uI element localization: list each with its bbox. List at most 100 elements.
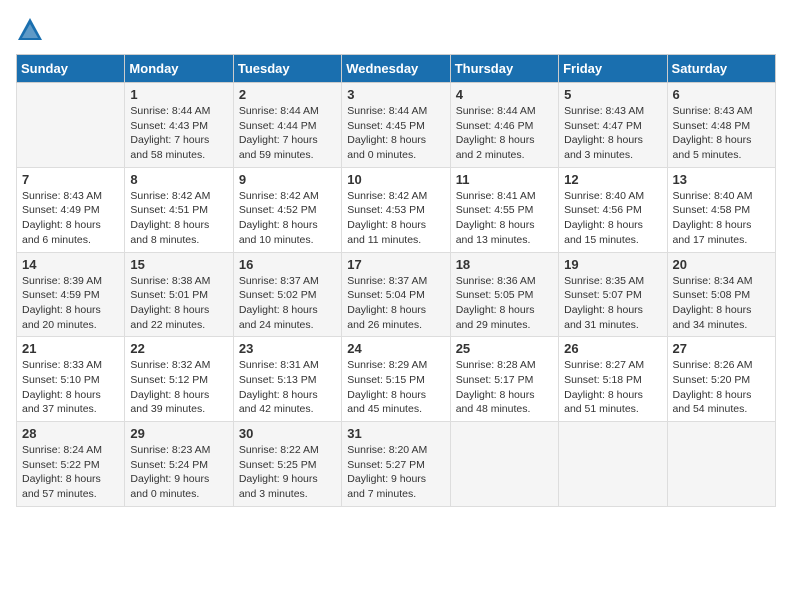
day-number: 9 — [239, 172, 336, 187]
day-number: 16 — [239, 257, 336, 272]
calendar-cell: 30Sunrise: 8:22 AM Sunset: 5:25 PM Dayli… — [233, 422, 341, 507]
day-number: 7 — [22, 172, 119, 187]
weekday-header: Monday — [125, 55, 233, 83]
day-number: 25 — [456, 341, 553, 356]
day-number: 14 — [22, 257, 119, 272]
day-info: Sunrise: 8:42 AM Sunset: 4:52 PM Dayligh… — [239, 189, 336, 248]
day-number: 21 — [22, 341, 119, 356]
calendar-weekday-row: SundayMondayTuesdayWednesdayThursdayFrid… — [17, 55, 776, 83]
day-info: Sunrise: 8:37 AM Sunset: 5:02 PM Dayligh… — [239, 274, 336, 333]
calendar-week-row: 7 Sunrise: 8:43 AM Sunset: 4:49 PM Daylig… — [17, 167, 776, 252]
calendar-cell: 20 Sunrise: 8:34 AM Sunset: 5:08 PM Dayli… — [667, 252, 775, 337]
calendar-header: SundayMondayTuesdayWednesdayThursdayFrid… — [17, 55, 776, 83]
day-info: Sunrise: 8:27 AM Sunset: 5:18 PM Dayligh… — [564, 358, 661, 417]
day-info: Sunrise: 8:32 AM Sunset: 5:12 PM Dayligh… — [130, 358, 227, 417]
day-info: Sunrise: 8:44 AM Sunset: 4:46 PM Dayligh… — [456, 104, 553, 163]
day-number: 18 — [456, 257, 553, 272]
day-number: 20 — [673, 257, 770, 272]
calendar-cell: 22 Sunrise: 8:32 AM Sunset: 5:12 PM Dayli… — [125, 337, 233, 422]
calendar-week-row: 28 Sunrise: 8:24 AM Sunset: 5:22 PM Dayli… — [17, 422, 776, 507]
day-info: Sunrise: 8:41 AM Sunset: 4:55 PM Dayligh… — [456, 189, 553, 248]
calendar-cell: 18Sunrise: 8:36 AM Sunset: 5:05 PM Dayli… — [450, 252, 558, 337]
calendar-cell: 7 Sunrise: 8:43 AM Sunset: 4:49 PM Daylig… — [17, 167, 125, 252]
day-info: Sunrise: 8:44 AM Sunset: 4:44 PM Dayligh… — [239, 104, 336, 163]
calendar-cell: 12Sunrise: 8:40 AM Sunset: 4:56 PM Dayli… — [559, 167, 667, 252]
day-number: 5 — [564, 87, 661, 102]
day-info: Sunrise: 8:35 AM Sunset: 5:07 PM Dayligh… — [564, 274, 661, 333]
day-info: Sunrise: 8:43 AM Sunset: 4:48 PM Dayligh… — [673, 104, 770, 163]
day-info: Sunrise: 8:23 AM Sunset: 5:24 PM Dayligh… — [130, 443, 227, 502]
day-info: Sunrise: 8:42 AM Sunset: 4:53 PM Dayligh… — [347, 189, 444, 248]
calendar-cell: 15 Sunrise: 8:38 AM Sunset: 5:01 PM Dayli… — [125, 252, 233, 337]
day-number: 2 — [239, 87, 336, 102]
day-info: Sunrise: 8:43 AM Sunset: 4:47 PM Dayligh… — [564, 104, 661, 163]
day-info: Sunrise: 8:42 AM Sunset: 4:51 PM Dayligh… — [130, 189, 227, 248]
day-number: 29 — [130, 426, 227, 441]
day-number: 19 — [564, 257, 661, 272]
day-info: Sunrise: 8:40 AM Sunset: 4:56 PM Dayligh… — [564, 189, 661, 248]
day-number: 15 — [130, 257, 227, 272]
calendar-cell: 9 Sunrise: 8:42 AM Sunset: 4:52 PM Daylig… — [233, 167, 341, 252]
calendar-cell — [450, 422, 558, 507]
calendar-cell: 28 Sunrise: 8:24 AM Sunset: 5:22 PM Dayli… — [17, 422, 125, 507]
day-number: 4 — [456, 87, 553, 102]
day-number: 10 — [347, 172, 444, 187]
weekday-header: Tuesday — [233, 55, 341, 83]
calendar-cell: 17 Sunrise: 8:37 AM Sunset: 5:04 PM Dayli… — [342, 252, 450, 337]
day-number: 3 — [347, 87, 444, 102]
calendar-cell: 6Sunrise: 8:43 AM Sunset: 4:48 PM Daylig… — [667, 83, 775, 168]
calendar-cell — [559, 422, 667, 507]
day-info: Sunrise: 8:29 AM Sunset: 5:15 PM Dayligh… — [347, 358, 444, 417]
weekday-header: Wednesday — [342, 55, 450, 83]
weekday-header: Sunday — [17, 55, 125, 83]
weekday-header: Thursday — [450, 55, 558, 83]
logo-icon — [16, 16, 44, 44]
calendar-cell: 3Sunrise: 8:44 AM Sunset: 4:45 PM Daylig… — [342, 83, 450, 168]
calendar-cell: 2 Sunrise: 8:44 AM Sunset: 4:44 PM Daylig… — [233, 83, 341, 168]
calendar-cell: 29 Sunrise: 8:23 AM Sunset: 5:24 PM Dayli… — [125, 422, 233, 507]
day-info: Sunrise: 8:37 AM Sunset: 5:04 PM Dayligh… — [347, 274, 444, 333]
day-number: 23 — [239, 341, 336, 356]
calendar-table: SundayMondayTuesdayWednesdayThursdayFrid… — [16, 54, 776, 507]
calendar-cell: 19 Sunrise: 8:35 AM Sunset: 5:07 PM Dayli… — [559, 252, 667, 337]
calendar-cell: 16 Sunrise: 8:37 AM Sunset: 5:02 PM Dayli… — [233, 252, 341, 337]
day-info: Sunrise: 8:44 AM Sunset: 4:43 PM Dayligh… — [130, 104, 227, 163]
calendar-cell: 10 Sunrise: 8:42 AM Sunset: 4:53 PM Dayli… — [342, 167, 450, 252]
day-info: Sunrise: 8:38 AM Sunset: 5:01 PM Dayligh… — [130, 274, 227, 333]
day-number: 28 — [22, 426, 119, 441]
day-info: Sunrise: 8:34 AM Sunset: 5:08 PM Dayligh… — [673, 274, 770, 333]
day-number: 11 — [456, 172, 553, 187]
calendar-cell: 21Sunrise: 8:33 AM Sunset: 5:10 PM Dayli… — [17, 337, 125, 422]
day-info: Sunrise: 8:28 AM Sunset: 5:17 PM Dayligh… — [456, 358, 553, 417]
calendar-cell: 1 Sunrise: 8:44 AM Sunset: 4:43 PM Daylig… — [125, 83, 233, 168]
weekday-header: Saturday — [667, 55, 775, 83]
calendar-cell: 13Sunrise: 8:40 AM Sunset: 4:58 PM Dayli… — [667, 167, 775, 252]
calendar-cell: 26 Sunrise: 8:27 AM Sunset: 5:18 PM Dayli… — [559, 337, 667, 422]
calendar-cell: 5 Sunrise: 8:43 AM Sunset: 4:47 PM Daylig… — [559, 83, 667, 168]
logo — [16, 16, 48, 44]
calendar-cell: 8 Sunrise: 8:42 AM Sunset: 4:51 PM Daylig… — [125, 167, 233, 252]
day-info: Sunrise: 8:26 AM Sunset: 5:20 PM Dayligh… — [673, 358, 770, 417]
day-info: Sunrise: 8:24 AM Sunset: 5:22 PM Dayligh… — [22, 443, 119, 502]
calendar-body: 1 Sunrise: 8:44 AM Sunset: 4:43 PM Daylig… — [17, 83, 776, 507]
calendar-week-row: 1 Sunrise: 8:44 AM Sunset: 4:43 PM Daylig… — [17, 83, 776, 168]
calendar-cell: 14 Sunrise: 8:39 AM Sunset: 4:59 PM Dayli… — [17, 252, 125, 337]
day-info: Sunrise: 8:39 AM Sunset: 4:59 PM Dayligh… — [22, 274, 119, 333]
calendar-cell: 31Sunrise: 8:20 AM Sunset: 5:27 PM Dayli… — [342, 422, 450, 507]
page-header — [16, 16, 776, 44]
day-info: Sunrise: 8:31 AM Sunset: 5:13 PM Dayligh… — [239, 358, 336, 417]
day-number: 1 — [130, 87, 227, 102]
day-number: 26 — [564, 341, 661, 356]
day-number: 17 — [347, 257, 444, 272]
calendar-cell: 23 Sunrise: 8:31 AM Sunset: 5:13 PM Dayli… — [233, 337, 341, 422]
day-number: 30 — [239, 426, 336, 441]
calendar-cell — [667, 422, 775, 507]
day-number: 22 — [130, 341, 227, 356]
calendar-cell: 25 Sunrise: 8:28 AM Sunset: 5:17 PM Dayli… — [450, 337, 558, 422]
weekday-header: Friday — [559, 55, 667, 83]
calendar-cell: 27Sunrise: 8:26 AM Sunset: 5:20 PM Dayli… — [667, 337, 775, 422]
day-info: Sunrise: 8:43 AM Sunset: 4:49 PM Dayligh… — [22, 189, 119, 248]
day-info: Sunrise: 8:40 AM Sunset: 4:58 PM Dayligh… — [673, 189, 770, 248]
day-number: 8 — [130, 172, 227, 187]
day-info: Sunrise: 8:20 AM Sunset: 5:27 PM Dayligh… — [347, 443, 444, 502]
